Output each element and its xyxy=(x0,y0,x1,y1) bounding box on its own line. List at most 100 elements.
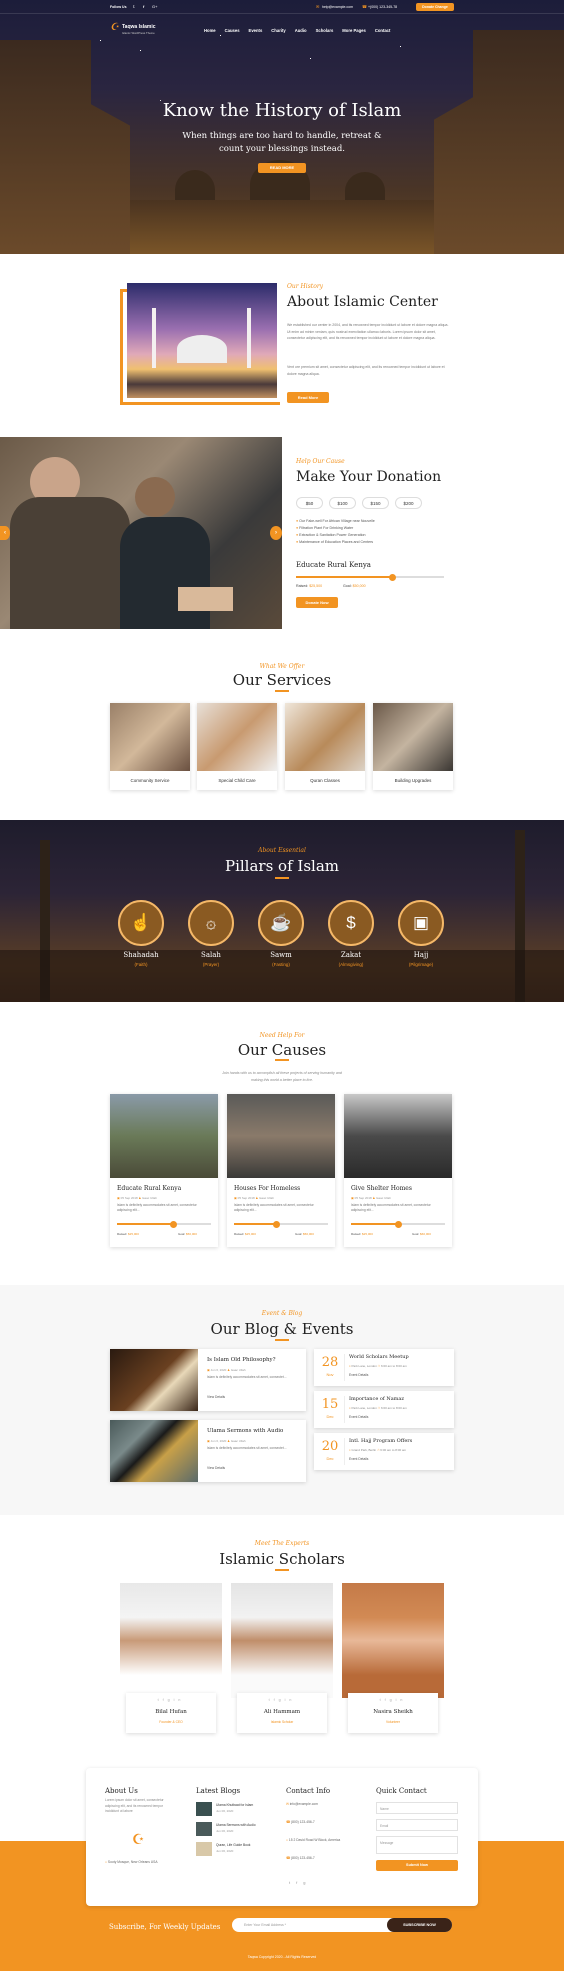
hand-pointer-icon: ☝ xyxy=(130,913,152,932)
nav-scholars[interactable]: Scholars xyxy=(316,28,334,33)
slider-prev-arrow-icon[interactable]: ‹ xyxy=(0,526,10,540)
service-card[interactable]: Quran Classes xyxy=(285,703,365,790)
event-details-link[interactable]: Event Details xyxy=(349,1457,368,1461)
scholar-card[interactable]: tfgin Ali Hammam Islamic Scholar xyxy=(231,1583,333,1733)
donation-raised: Raised: $25,500 xyxy=(296,584,323,588)
event-separator xyxy=(344,1354,345,1381)
cause-title[interactable]: Give Shelter Homes xyxy=(351,1185,412,1192)
topbar-email[interactable]: help@example.com xyxy=(322,5,353,9)
blog-post-card[interactable]: Is Islam Old Philosophy? ▣ Jun 6, 2020 ♟… xyxy=(110,1349,306,1411)
donation-progress-bar xyxy=(296,573,444,581)
nav-charity[interactable]: Charity xyxy=(271,28,285,33)
quick-message-input[interactable]: Message xyxy=(376,1836,458,1854)
nav-contact[interactable]: Contact xyxy=(375,28,391,33)
service-card[interactable]: Community Service xyxy=(110,703,190,790)
blog-view-details-link[interactable]: View Details xyxy=(207,1395,225,1399)
event-title[interactable]: World Scholars Meetup xyxy=(349,1354,409,1360)
event-title[interactable]: Importance of Namaz xyxy=(349,1396,404,1402)
nav-home[interactable]: Home xyxy=(204,28,216,33)
donate-change-button[interactable]: Donate Change xyxy=(416,3,454,11)
amount-option[interactable]: $100 xyxy=(329,497,356,509)
nav-audio[interactable]: Audio xyxy=(295,28,307,33)
blog-post-title[interactable]: Ulama Sermons with Audio xyxy=(207,1428,283,1434)
facebook-icon[interactable]: f xyxy=(143,4,144,9)
read-more-button[interactable]: READ MORE xyxy=(258,163,306,173)
photo-figure xyxy=(10,497,130,629)
slider-next-arrow-icon[interactable]: › xyxy=(270,526,282,540)
pillar-circle[interactable]: ☝ xyxy=(118,900,164,946)
nav-more-pages[interactable]: More Pages xyxy=(342,28,366,33)
subscribe-button[interactable]: SUBSCRIBE NOW xyxy=(387,1918,452,1932)
contact-email[interactable]: ✉ info@example.com xyxy=(286,1802,340,1806)
logo-tagline: Islamic WordPress Theme xyxy=(122,31,155,35)
list-item: ● Our Fake-well For African Village near… xyxy=(296,519,375,523)
donate-now-button[interactable]: Donate Now xyxy=(296,597,338,608)
quick-submit-button[interactable]: Submit Now xyxy=(376,1860,458,1871)
cause-image xyxy=(227,1094,335,1178)
pillars-kicker: About Essential xyxy=(258,847,306,854)
cause-card[interactable]: Houses For Homeless ▣ 05 Sep 2018 ♟ Isaac… xyxy=(227,1094,335,1247)
pillar-circle[interactable]: ▣ xyxy=(398,900,444,946)
list-item: ● Extraction & Sanitation Power Generati… xyxy=(296,533,366,537)
footer-blog-date: Jun 06, 2020 xyxy=(216,1809,234,1813)
about-read-more-button[interactable]: Read More xyxy=(287,392,329,403)
scholar-name: Bilal Hufan xyxy=(155,1709,187,1715)
quick-name-input[interactable]: Name xyxy=(376,1802,458,1814)
event-card[interactable]: 20 Dec Intl. Hajj Program Offers ⌖ Grand Pa… xyxy=(314,1433,454,1470)
scholar-social-icons[interactable]: tfgin xyxy=(126,1698,216,1702)
amount-option[interactable]: $50 xyxy=(296,497,323,509)
cause-title[interactable]: Educate Rural Kenya xyxy=(117,1185,181,1192)
scholar-card[interactable]: tfgin Bilal Hufan Founder & CEO xyxy=(120,1583,222,1733)
amount-option[interactable]: $150 xyxy=(362,497,389,509)
cause-card[interactable]: Give Shelter Homes ▣ 05 Sep 2018 ♟ Isaac … xyxy=(344,1094,452,1247)
event-details-link[interactable]: Event Details xyxy=(349,1373,368,1377)
event-card[interactable]: 28 Nov World Scholars Meetup ⌖ Park Lane, L… xyxy=(314,1349,454,1386)
pillar-circle[interactable]: ۞ xyxy=(188,900,234,946)
logo[interactable]: ☪ Taqwa Islamic Islamic WordPress Theme xyxy=(110,22,156,36)
scholar-social-icons[interactable]: tfgin xyxy=(237,1698,327,1702)
footer-blog-title[interactable]: Ulama Sermons with Audio xyxy=(216,1823,256,1827)
blog-view-details-link[interactable]: View Details xyxy=(207,1466,225,1470)
event-details-link[interactable]: Event Details xyxy=(349,1415,368,1419)
pillar-subtitle: (Faith) xyxy=(134,962,148,967)
scholar-role: Islamic Scholar xyxy=(270,1720,294,1724)
footer-blog-title[interactable]: Quran, Life Guide Book xyxy=(216,1843,250,1847)
cause-text: Islam is definitely accommodates sit ame… xyxy=(351,1203,431,1212)
event-card[interactable]: 15 Dec Importance of Namaz ⌖ Park Lane, Lon… xyxy=(314,1391,454,1428)
amount-options: $50 $100 $150 $200 xyxy=(296,497,422,509)
service-card[interactable]: Special Child Care xyxy=(197,703,277,790)
progress-knob xyxy=(169,1220,177,1228)
footer-blog-title[interactable]: Ulama Khutbaat for Islam xyxy=(216,1803,253,1807)
pillar-name: Sawm xyxy=(270,951,292,959)
footer-social-icons[interactable]: tfg xyxy=(289,1880,311,1885)
scholar-social-icons[interactable]: tfgin xyxy=(348,1698,438,1702)
service-image xyxy=(110,703,190,771)
event-title[interactable]: Intl. Hajj Program Offers xyxy=(349,1438,412,1444)
cause-goal: Goal: $50,000 xyxy=(178,1232,197,1236)
blog-post-title[interactable]: Is Islam Old Philosophy? xyxy=(207,1357,276,1363)
blog-post-text: Islam is definitely accommodates sit ame… xyxy=(207,1446,287,1450)
nav-causes[interactable]: Causes xyxy=(225,28,240,33)
cause-image xyxy=(344,1094,452,1178)
pillar-name: Shahadah xyxy=(123,951,159,959)
google-plus-icon[interactable]: G+ xyxy=(152,4,157,9)
cause-title[interactable]: Houses For Homeless xyxy=(234,1185,300,1192)
about-frame-bottom xyxy=(120,402,280,405)
cause-card[interactable]: Educate Rural Kenya ▣ 05 Sep 2018 ♟ Isaac… xyxy=(110,1094,218,1247)
pillar-circle[interactable]: $ xyxy=(328,900,374,946)
quick-email-input[interactable]: Email xyxy=(376,1819,458,1831)
service-card[interactable]: Building Upgrades xyxy=(373,703,453,790)
subscribe-email-input[interactable]: Enter Your Email Address * xyxy=(244,1923,286,1927)
nav-events[interactable]: Events xyxy=(249,28,263,33)
linkedin-icon: in xyxy=(395,1698,407,1702)
scholar-card[interactable]: tfgin Nasira Sheikh Volunteer xyxy=(342,1583,444,1733)
service-label: Quran Classes xyxy=(310,778,340,783)
about-paragraph-2: Vent ore premium sit amet, consectetur a… xyxy=(287,365,445,376)
pillar-circle[interactable]: ☕ xyxy=(258,900,304,946)
topbar-phone: +(000) 123-345-78 xyxy=(368,5,398,9)
scholar-photo xyxy=(120,1583,222,1698)
scholar-photo xyxy=(342,1583,444,1698)
blog-post-card[interactable]: Ulama Sermons with Audio ▣ Jun 6, 2020 ♟… xyxy=(110,1420,306,1482)
twitter-icon[interactable]: 𝕥 xyxy=(133,4,135,9)
amount-option[interactable]: $200 xyxy=(395,497,422,509)
